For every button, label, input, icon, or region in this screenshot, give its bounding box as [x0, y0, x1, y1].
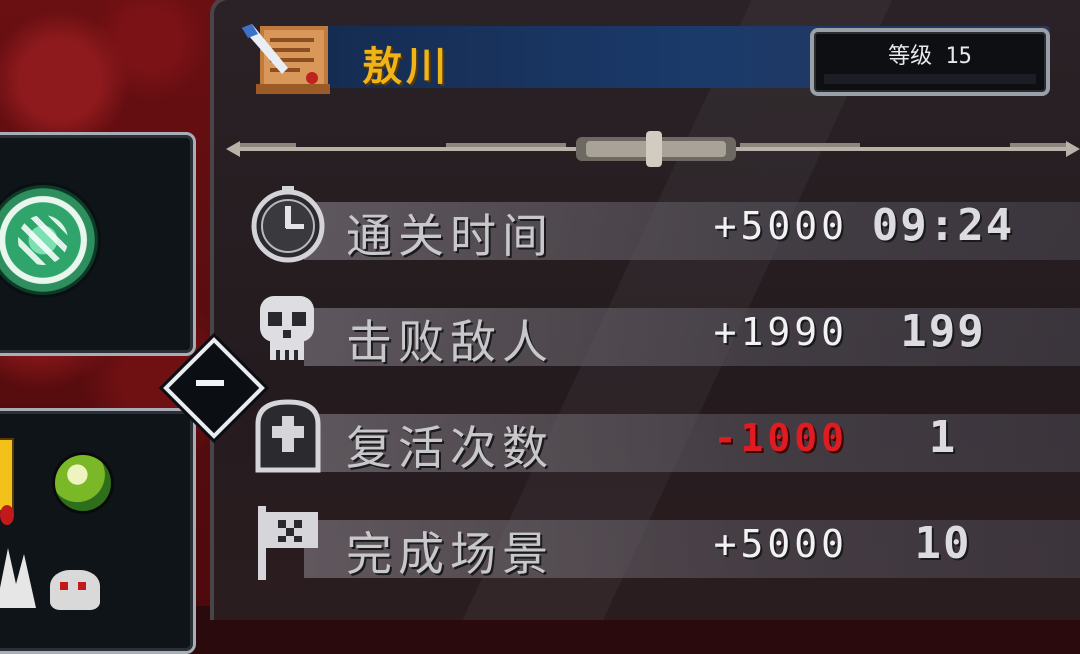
stat-label: 复活次数	[346, 421, 554, 475]
stat-points: -1000	[713, 416, 848, 460]
stat-row-revives: 复活次数 -1000 1	[248, 396, 1080, 478]
clock-icon	[251, 186, 325, 263]
stat-row-scenes-completed: 完成场景 +5000 10	[248, 502, 1080, 584]
stat-points: +5000	[713, 204, 848, 248]
stat-label: 完成场景	[346, 527, 554, 581]
stat-value: 1	[928, 412, 958, 463]
stat-value: 09:24	[871, 200, 1015, 251]
stat-value: 199	[900, 306, 986, 357]
flag-icon	[258, 506, 318, 580]
stat-row-clear-time: 通关时间 +5000 09:24	[248, 184, 1080, 266]
ornamental-divider	[226, 131, 1080, 167]
minus-icon	[196, 380, 224, 386]
scroll-icon	[242, 24, 330, 94]
stat-points: +1990	[713, 310, 848, 354]
skull-item-icon[interactable]	[50, 570, 100, 610]
tombstone-icon	[255, 399, 321, 473]
weapon-item-icon[interactable]	[0, 440, 12, 510]
items-card[interactable]	[0, 408, 196, 654]
level-progress-bar	[824, 74, 1036, 84]
stat-row-enemies-killed: 击败敌人 +1990 199	[248, 290, 1080, 372]
stat-value: 10	[914, 518, 972, 569]
level-box: 等级 15	[810, 28, 1050, 96]
orb-item-icon[interactable]	[55, 455, 111, 511]
stat-points: +5000	[713, 522, 848, 566]
stat-label: 击败敌人	[346, 315, 554, 369]
potion-item-icon[interactable]	[0, 505, 14, 525]
skull-icon	[260, 296, 314, 360]
player-name: 敖川	[362, 44, 450, 90]
level-label: 等级 15	[888, 44, 972, 69]
stat-label: 通关时间	[346, 209, 554, 263]
